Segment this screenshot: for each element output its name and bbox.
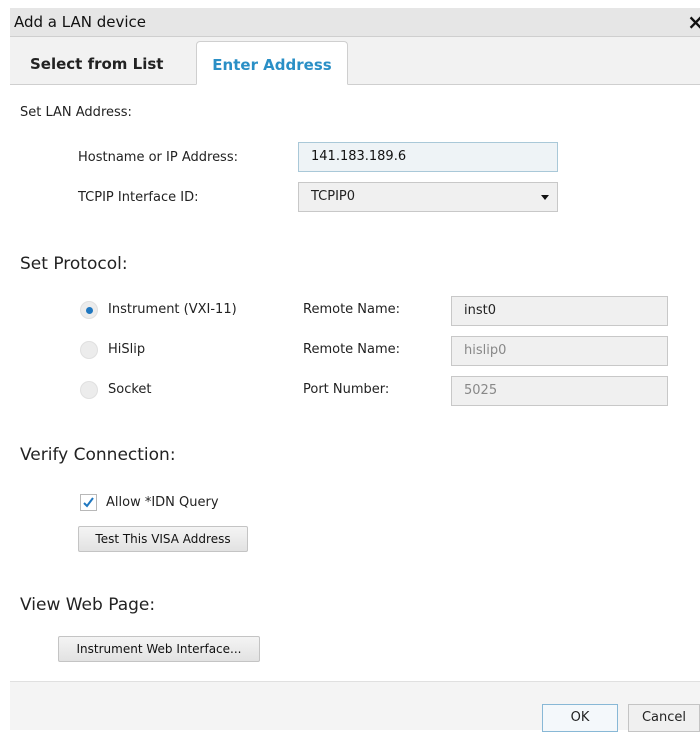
view-web-page-heading: View Web Page:	[20, 595, 156, 615]
instrument-web-interface-button[interactable]: Instrument Web Interface...	[58, 636, 260, 662]
tab-bar: Select from List Enter Address	[10, 37, 700, 85]
radio-socket-label: Socket	[108, 382, 152, 397]
radio-hislip[interactable]	[80, 341, 98, 359]
test-visa-address-button[interactable]: Test This VISA Address	[78, 526, 248, 552]
interface-id-label: TCPIP Interface ID:	[78, 190, 199, 205]
set-protocol-heading: Set Protocol:	[20, 254, 128, 274]
port-number-label: Port Number:	[303, 382, 390, 397]
cancel-button[interactable]: Cancel	[628, 704, 700, 732]
set-lan-address-label: Set LAN Address:	[20, 105, 132, 120]
idn-query-checkbox[interactable]	[80, 494, 97, 511]
idn-query-label: Allow *IDN Query	[106, 495, 219, 510]
add-lan-device-dialog: Add a LAN device × Select from List Ente…	[10, 8, 700, 732]
remote-name-input-inst[interactable]: inst0	[451, 296, 668, 326]
tab-enter-address[interactable]: Enter Address	[196, 41, 348, 85]
radio-instrument-vxi11[interactable]	[80, 301, 98, 319]
remote-name-label-1: Remote Name:	[303, 302, 401, 317]
checkmark-icon	[83, 497, 94, 508]
dialog-title: Add a LAN device	[14, 13, 146, 31]
interface-id-value: TCPIP0	[311, 189, 356, 204]
port-number-input[interactable]: 5025	[451, 376, 668, 406]
hostname-label: Hostname or IP Address:	[78, 150, 238, 165]
ok-button[interactable]: OK	[542, 704, 618, 732]
remote-name-label-2: Remote Name:	[303, 342, 401, 357]
radio-socket[interactable]	[80, 381, 98, 399]
hostname-input[interactable]: 141.183.189.6	[298, 142, 558, 172]
verify-connection-heading: Verify Connection:	[20, 445, 176, 465]
tab-select-from-list[interactable]: Select from List	[10, 41, 196, 84]
remote-name-input-hislip[interactable]: hislip0	[451, 336, 668, 366]
dialog-titlebar: Add a LAN device ×	[10, 8, 700, 37]
interface-id-select[interactable]: TCPIP0	[298, 182, 558, 212]
close-icon[interactable]: ×	[687, 10, 700, 34]
radio-instrument-label: Instrument (VXI-11)	[108, 302, 237, 317]
chevron-down-icon	[541, 195, 549, 200]
dialog-footer: OK Cancel	[10, 681, 700, 732]
radio-hislip-label: HiSlip	[108, 342, 146, 357]
